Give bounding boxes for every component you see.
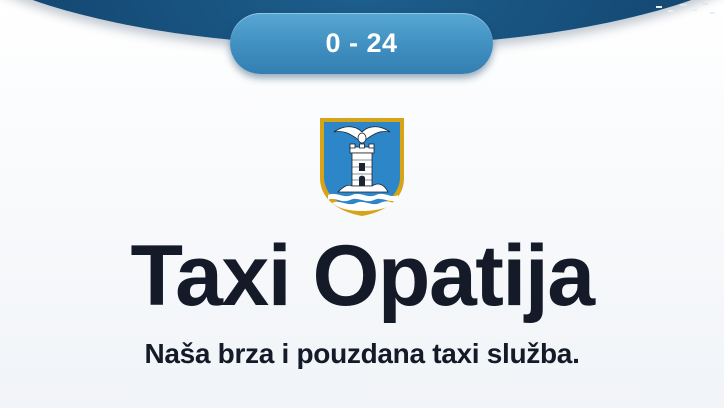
- hours-label: 0 - 24: [325, 28, 398, 58]
- page-title: Taxi Opatija: [130, 228, 595, 324]
- page: 0 - 24 Taxi Opatija Naša brza i pouzdana…: [0, 0, 724, 408]
- hours-badge: 0 - 24: [230, 13, 493, 74]
- page-subtitle: Naša brza i pouzdana taxi služba.: [144, 338, 580, 369]
- opatija-coat-of-arms-icon: [320, 118, 404, 216]
- boats-decoration: [656, 3, 715, 14]
